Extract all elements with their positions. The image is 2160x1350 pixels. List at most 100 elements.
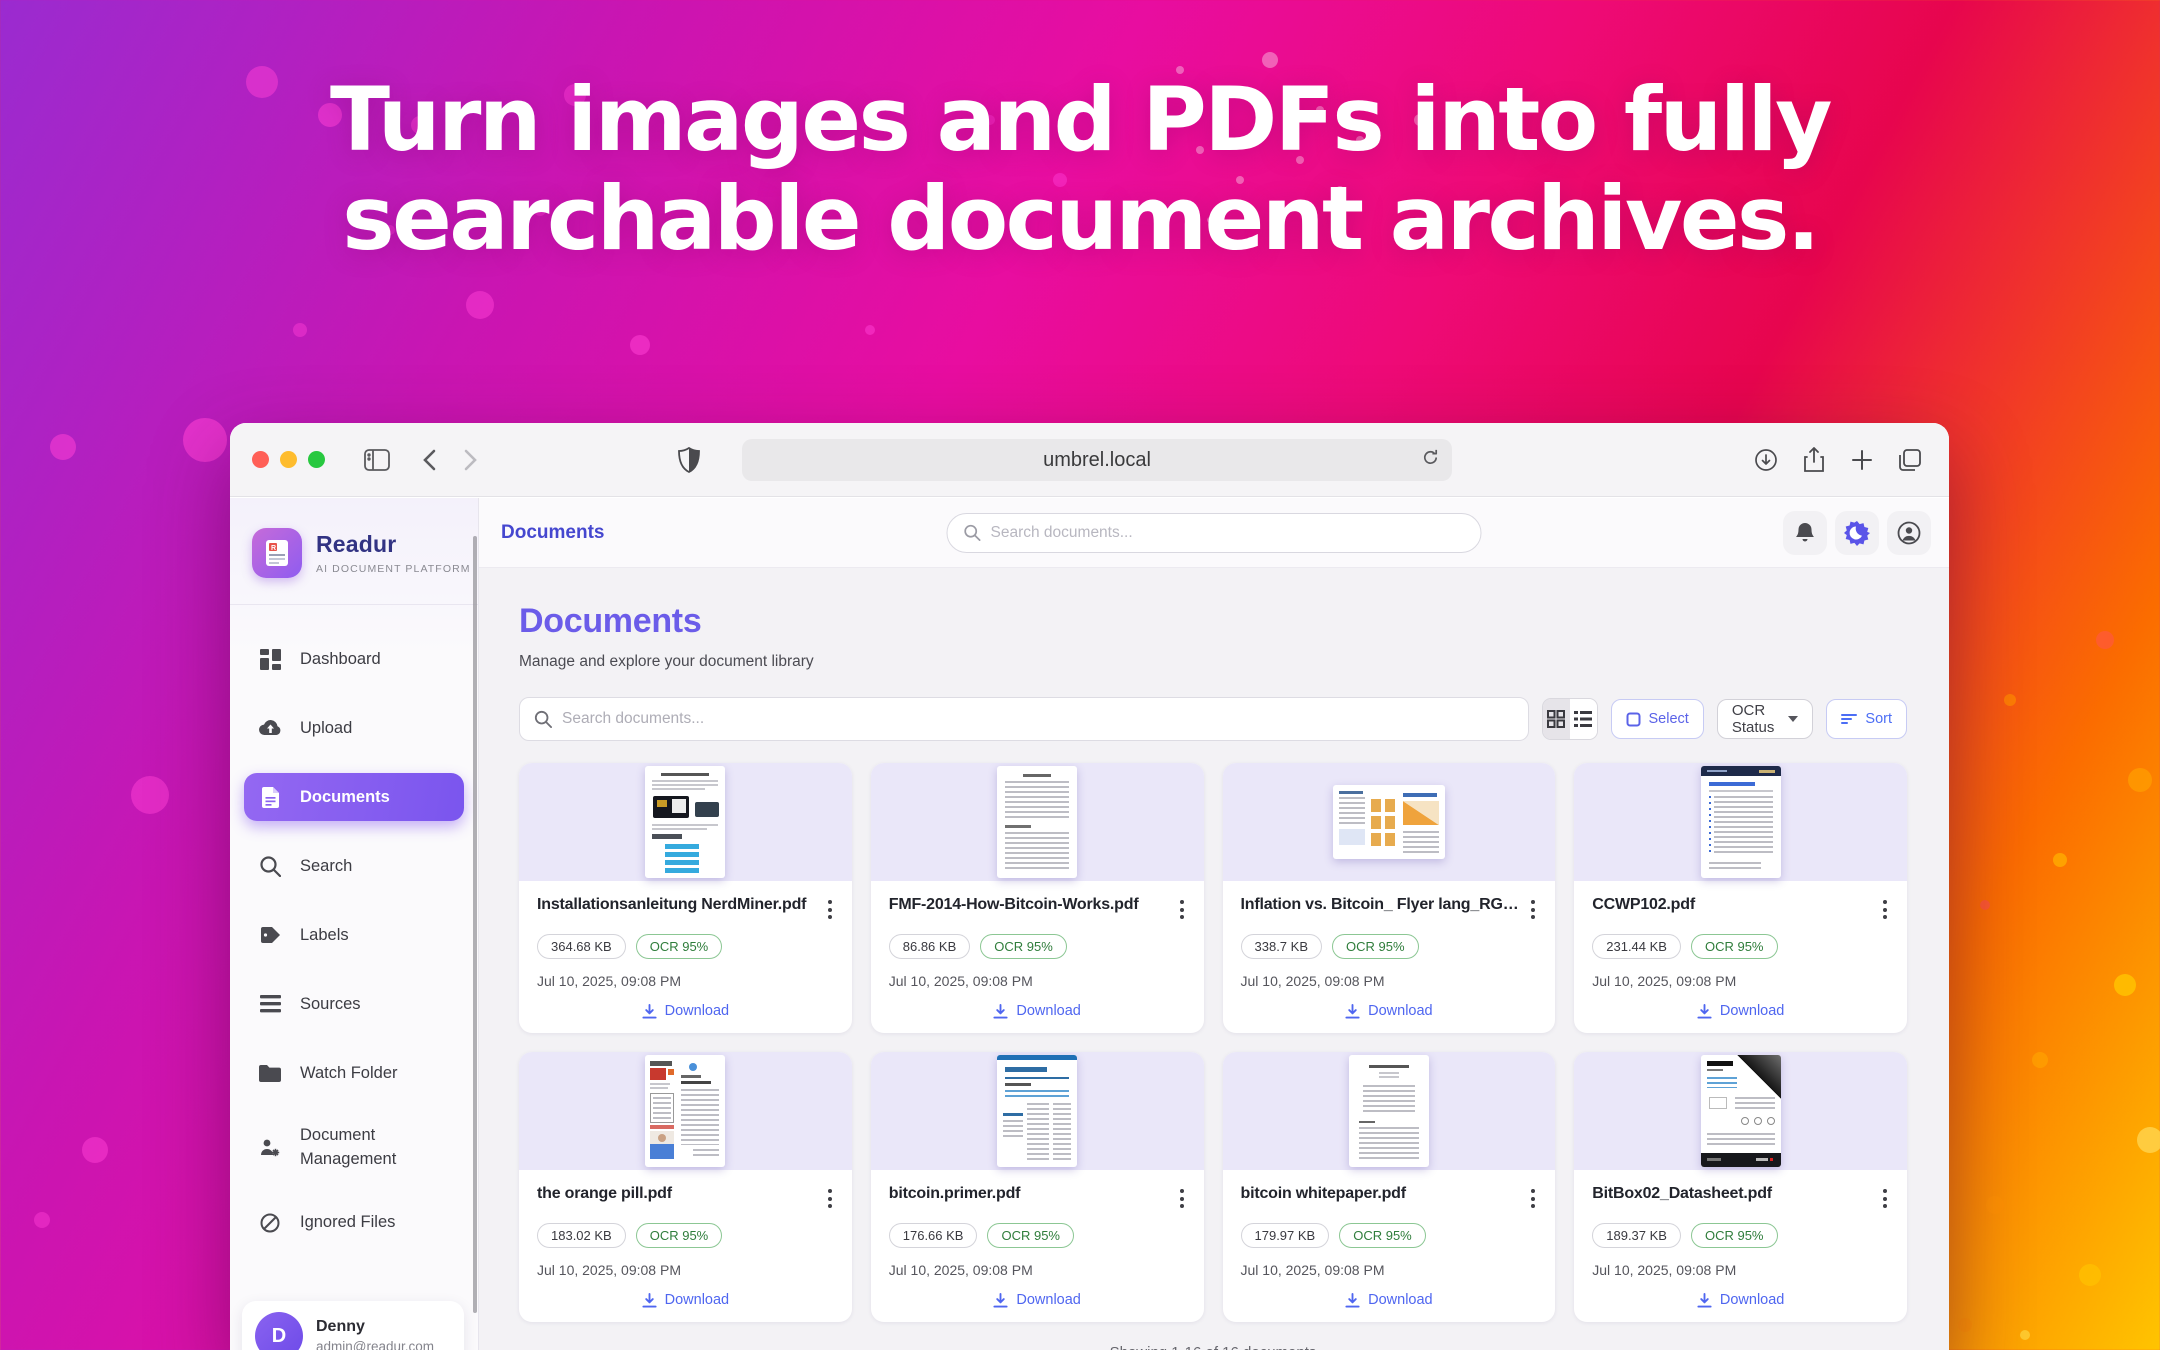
- sidebar-item-documents[interactable]: Documents: [244, 773, 464, 821]
- browser-forward-button[interactable]: [452, 443, 490, 477]
- document-card[interactable]: Inflation vs. Bitcoin_ Flyer lang_RGB.pd…: [1223, 763, 1556, 1033]
- more-options-button[interactable]: [1521, 896, 1537, 921]
- header-search[interactable]: [947, 513, 1482, 553]
- download-link[interactable]: Download: [1592, 1003, 1889, 1019]
- user-profile-card[interactable]: D Denny admin@readur.com: [242, 1301, 464, 1350]
- bell-icon: [1795, 522, 1815, 544]
- breadcrumb[interactable]: Documents: [501, 522, 604, 544]
- results-count: Showing 1-16 of 16 documents: [519, 1344, 1907, 1350]
- ocr-status-badge: OCR 95%: [636, 934, 723, 959]
- download-icon: [642, 1293, 657, 1308]
- download-icon: [1697, 1293, 1712, 1308]
- document-card[interactable]: BitBox02_Datasheet.pdf 189.37 KB OCR 95%…: [1574, 1052, 1907, 1322]
- download-icon: [1345, 1004, 1360, 1019]
- documents-search[interactable]: [519, 697, 1529, 741]
- readur-logo-icon: R: [252, 528, 302, 578]
- privacy-shield-icon[interactable]: [670, 443, 708, 477]
- select-button[interactable]: Select: [1611, 699, 1704, 739]
- download-link[interactable]: Download: [889, 1292, 1186, 1308]
- sidebar-item-label: Labels: [300, 926, 349, 945]
- document-card[interactable]: CCWP102.pdf 231.44 KB OCR 95% Jul 10, 20…: [1574, 763, 1907, 1033]
- document-card[interactable]: the orange pill.pdf 183.02 KB OCR 95% Ju…: [519, 1052, 852, 1322]
- notifications-button[interactable]: [1783, 511, 1827, 555]
- minimize-window-button[interactable]: [280, 451, 297, 468]
- download-link[interactable]: Download: [889, 1003, 1186, 1019]
- sort-button[interactable]: Sort: [1826, 699, 1907, 739]
- download-link[interactable]: Download: [1241, 1292, 1538, 1308]
- more-options-button[interactable]: [818, 1185, 834, 1210]
- sidebar-scrollbar[interactable]: [473, 536, 477, 1313]
- user-avatar: D: [255, 1312, 303, 1350]
- sidebar-item-ignored-files[interactable]: Ignored Files: [244, 1199, 464, 1247]
- browser-back-button[interactable]: [410, 443, 448, 477]
- downloads-button[interactable]: [1747, 443, 1785, 477]
- file-size-badge: 189.37 KB: [1592, 1223, 1681, 1248]
- document-date: Jul 10, 2025, 09:08 PM: [889, 973, 1186, 989]
- more-options-button[interactable]: [1873, 1185, 1889, 1210]
- ocr-status-dropdown[interactable]: OCR Status: [1717, 699, 1814, 739]
- download-link[interactable]: Download: [537, 1003, 834, 1019]
- document-card[interactable]: bitcoin whitepaper.pdf 179.97 KB OCR 95%…: [1223, 1052, 1556, 1322]
- more-options-button[interactable]: [1521, 1185, 1537, 1210]
- document-icon: [258, 787, 282, 808]
- search-icon: [258, 856, 282, 877]
- document-date: Jul 10, 2025, 09:08 PM: [1592, 1262, 1889, 1278]
- zoom-window-button[interactable]: [308, 451, 325, 468]
- ocr-status-badge: OCR 95%: [987, 1223, 1074, 1248]
- brand-tagline: AI DOCUMENT PLATFORM: [316, 563, 471, 575]
- folder-icon: [258, 1064, 282, 1082]
- document-card[interactable]: Installationsanleitung NerdMiner.pdf 364…: [519, 763, 852, 1033]
- ocr-status-badge: OCR 95%: [1691, 934, 1778, 959]
- document-card[interactable]: FMF-2014-How-Bitcoin-Works.pdf 86.86 KB …: [871, 763, 1204, 1033]
- more-options-button[interactable]: [1170, 1185, 1186, 1210]
- account-button[interactable]: [1887, 511, 1931, 555]
- document-date: Jul 10, 2025, 09:08 PM: [1241, 1262, 1538, 1278]
- theme-toggle-button[interactable]: [1835, 511, 1879, 555]
- download-link[interactable]: Download: [1592, 1292, 1889, 1308]
- sidebar-item-upload[interactable]: Upload: [244, 704, 464, 752]
- sidebar-item-label: Watch Folder: [300, 1064, 398, 1083]
- document-card[interactable]: bitcoin.primer.pdf 176.66 KB OCR 95% Jul…: [871, 1052, 1204, 1322]
- sidebar-item-watch-folder[interactable]: Watch Folder: [244, 1049, 464, 1097]
- close-window-button[interactable]: [252, 451, 269, 468]
- sidebar-item-label: Document Management: [300, 1124, 420, 1172]
- document-thumbnail: [1574, 1052, 1907, 1170]
- list-view-button[interactable]: [1570, 699, 1597, 739]
- more-options-button[interactable]: [818, 896, 834, 921]
- file-size-badge: 338.7 KB: [1241, 934, 1323, 959]
- file-size-badge: 86.86 KB: [889, 934, 971, 959]
- sidebar-item-label: Dashboard: [300, 650, 381, 669]
- more-options-button[interactable]: [1170, 896, 1186, 921]
- sidebar-item-document-management[interactable]: Document Management: [244, 1118, 434, 1178]
- share-button[interactable]: [1795, 443, 1833, 477]
- more-options-button[interactable]: [1873, 896, 1889, 921]
- download-link[interactable]: Download: [537, 1292, 834, 1308]
- document-thumbnail: [871, 1052, 1204, 1170]
- hero-headline: Turn images and PDFs into fully searchab…: [0, 70, 2160, 269]
- sidebar-item-labels[interactable]: Labels: [244, 911, 464, 959]
- tab-overview-button[interactable]: [1891, 443, 1929, 477]
- svg-text:R: R: [271, 545, 276, 552]
- reload-icon[interactable]: [1421, 448, 1440, 473]
- address-bar[interactable]: umbrel.local: [742, 439, 1452, 481]
- sidebar-item-sources[interactable]: Sources: [244, 980, 464, 1028]
- browser-sidebar-toggle-icon[interactable]: [358, 443, 396, 477]
- file-size-badge: 231.44 KB: [1592, 934, 1681, 959]
- grid-view-button[interactable]: [1543, 699, 1570, 739]
- header-search-input[interactable]: [991, 524, 1465, 542]
- page-subtitle: Manage and explore your document library: [519, 653, 1907, 671]
- brand-name: Readur: [316, 531, 471, 558]
- download-icon: [993, 1293, 1008, 1308]
- download-link[interactable]: Download: [1241, 1003, 1538, 1019]
- chevron-down-icon: [1788, 716, 1798, 722]
- page-title: Documents: [519, 602, 1907, 641]
- new-tab-button[interactable]: [1843, 443, 1881, 477]
- file-size-badge: 179.97 KB: [1241, 1223, 1330, 1248]
- app-sidebar: R Readur AI DOCUMENT PLATFORM Dashboard …: [230, 498, 479, 1350]
- ocr-status-badge: OCR 95%: [980, 934, 1067, 959]
- sidebar-item-dashboard[interactable]: Dashboard: [244, 635, 464, 683]
- documents-search-input[interactable]: [562, 710, 1514, 728]
- sidebar-item-search[interactable]: Search: [244, 842, 464, 890]
- list-view-icon: [1574, 711, 1592, 727]
- slash-circle-icon: [258, 1213, 282, 1233]
